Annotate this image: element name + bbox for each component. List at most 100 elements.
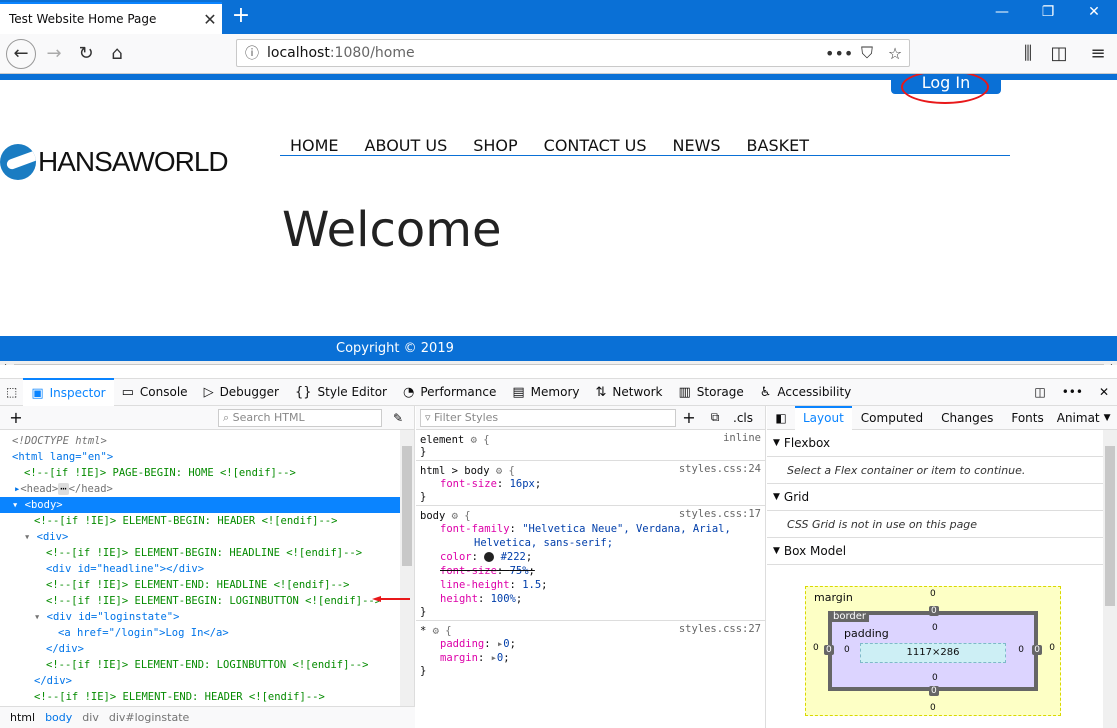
declaration-overridden[interactable]: font-size: 75%; bbox=[420, 564, 761, 578]
tab-network[interactable]: ⇅ Network bbox=[587, 378, 670, 406]
declaration-value[interactable]: 1.5 bbox=[522, 579, 541, 591]
info-icon[interactable]: ⓘ bbox=[237, 43, 267, 63]
scrollbar-thumb[interactable] bbox=[402, 446, 412, 566]
reload-icon[interactable]: ↻ bbox=[72, 41, 100, 67]
tab-fonts[interactable]: Fonts bbox=[1002, 411, 1052, 425]
declaration-value[interactable]: "Helvetica Neue", Verdana, Arial, bbox=[522, 523, 731, 535]
flexbox-section-header[interactable]: ▼ Flexbox bbox=[767, 430, 1117, 457]
padding-left-value[interactable]: 0 bbox=[844, 645, 850, 655]
padding-right-value[interactable]: 0 bbox=[1018, 645, 1024, 655]
menu-item-news[interactable]: NEWS bbox=[672, 136, 720, 155]
rule-source[interactable]: styles.css:24 bbox=[679, 463, 761, 475]
tab-style-editor[interactable]: {} Style Editor bbox=[287, 378, 395, 406]
padding-top-value[interactable]: 0 bbox=[932, 623, 938, 633]
search-html-input[interactable]: ⌕ Search HTML bbox=[218, 408, 382, 427]
declaration[interactable]: margin: ▸0; bbox=[420, 651, 761, 665]
tab-inspector[interactable]: ▣ Inspector bbox=[23, 378, 114, 406]
tab-layout[interactable]: Layout bbox=[795, 405, 852, 430]
declaration-value[interactable]: 75% bbox=[510, 565, 529, 577]
menu-item-contact-us[interactable]: CONTACT US bbox=[544, 136, 647, 155]
toggle-pseudo-classes-icon[interactable]: ⧉ bbox=[702, 410, 728, 425]
cls-button[interactable]: .cls bbox=[728, 411, 758, 425]
tree-line[interactable]: <!--[if !IE]> ELEMENT-BEGIN: LOGINBUTTON… bbox=[0, 593, 414, 609]
border-left-value[interactable]: 0 bbox=[824, 645, 834, 655]
scroll-right-icon[interactable]: › bbox=[1110, 361, 1114, 365]
close-window-icon[interactable]: ✕ bbox=[1074, 4, 1114, 28]
border-bottom-value[interactable]: 0 bbox=[929, 686, 939, 696]
margin-right-value[interactable]: 0 bbox=[1049, 643, 1055, 653]
close-tab-icon[interactable]: ✕ bbox=[198, 10, 222, 29]
declaration[interactable]: font-family: "Helvetica Neue", Verdana, … bbox=[420, 522, 761, 536]
margin-left-value[interactable]: 0 bbox=[813, 643, 819, 653]
sidebar-icon[interactable]: ◫ bbox=[1045, 41, 1073, 67]
collapse-icon[interactable]: ▾ bbox=[24, 531, 37, 543]
tree-line[interactable]: <div id="headline"></div> bbox=[0, 561, 414, 577]
breadcrumb-body[interactable]: body bbox=[45, 711, 72, 724]
tab-console[interactable]: ▭ Console bbox=[114, 378, 196, 406]
add-node-icon[interactable]: + bbox=[0, 408, 32, 427]
tree-line[interactable]: <!--[if !IE]> ELEMENT-BEGIN: HEADER <![e… bbox=[0, 513, 414, 529]
rule-source[interactable]: styles.css:17 bbox=[679, 508, 761, 520]
tree-line[interactable]: </div> bbox=[0, 673, 414, 689]
tree-line[interactable]: <html lang="en"> bbox=[0, 449, 414, 465]
tree-line[interactable]: ▾ <div id="loginstate"> bbox=[0, 609, 414, 625]
sidebar-scrollbar[interactable] bbox=[1103, 430, 1117, 728]
breadcrumb-div[interactable]: div bbox=[82, 711, 99, 724]
eyedropper-icon[interactable]: ✎ bbox=[382, 411, 414, 425]
declaration[interactable]: padding: ▸0; bbox=[420, 637, 761, 651]
box-model-border[interactable]: border 0 0 0 0 padding 0 0 0 0 1117×286 bbox=[824, 606, 1042, 696]
more-tabs-icon[interactable]: ▼ bbox=[1104, 413, 1111, 423]
tab-computed[interactable]: Computed bbox=[852, 411, 932, 425]
rule-source[interactable]: styles.css:27 bbox=[679, 623, 761, 635]
content-size[interactable]: 1117×286 bbox=[860, 643, 1006, 663]
tree-line[interactable]: ▾ <div> bbox=[0, 529, 414, 545]
toggle-sidebar-icon[interactable]: ◧ bbox=[767, 411, 795, 425]
tab-performance[interactable]: ◔ Performance bbox=[395, 378, 504, 406]
minimize-icon[interactable]: — bbox=[982, 4, 1022, 28]
tab-changes[interactable]: Changes bbox=[932, 411, 1002, 425]
breadcrumb-div-loginstate[interactable]: div#loginstate bbox=[109, 711, 189, 724]
tree-line[interactable]: <!--[if !IE]> ELEMENT-END: HEADER <![end… bbox=[0, 689, 414, 705]
margin-bottom-value[interactable]: 0 bbox=[930, 703, 936, 713]
tab-debugger[interactable]: ▷ Debugger bbox=[196, 378, 287, 406]
declaration-value[interactable]: 16px bbox=[510, 478, 535, 490]
tree-line[interactable]: <a href="/login">Log In</a> bbox=[0, 625, 414, 641]
url-bar[interactable]: ⓘ localhost:1080/home ••• ⛉ ☆ bbox=[236, 39, 910, 67]
more-options-icon[interactable]: ••• bbox=[1054, 378, 1091, 406]
scroll-left-icon[interactable]: ‹ bbox=[3, 361, 7, 365]
declaration-value[interactable]: 100% bbox=[491, 593, 516, 605]
add-rule-icon[interactable]: + bbox=[676, 408, 702, 427]
declaration[interactable]: font-size: 16px; bbox=[420, 477, 761, 491]
bookmark-star-icon[interactable]: ☆ bbox=[881, 44, 909, 63]
scrollbar-thumb[interactable] bbox=[14, 364, 1104, 365]
collapsed-dots[interactable]: ⋯ bbox=[58, 483, 69, 495]
forward-icon[interactable]: → bbox=[40, 41, 68, 67]
restore-icon[interactable]: ❐ bbox=[1028, 4, 1068, 28]
horizontal-scrollbar[interactable]: ‹ › bbox=[0, 361, 1117, 365]
menu-item-basket[interactable]: BASKET bbox=[747, 136, 809, 155]
home-icon[interactable]: ⌂ bbox=[103, 41, 131, 67]
scrollbar-thumb[interactable] bbox=[1105, 446, 1115, 606]
margin-top-value[interactable]: 0 bbox=[930, 589, 936, 599]
menu-item-shop[interactable]: SHOP bbox=[473, 136, 517, 155]
tree-line-selected[interactable]: ▾ <body> bbox=[0, 497, 414, 513]
collapse-icon[interactable]: ▾ bbox=[12, 499, 25, 511]
border-top-value[interactable]: 0 bbox=[929, 606, 939, 616]
hansaworld-logo[interactable]: HANSAWORLD bbox=[0, 144, 229, 180]
close-devtools-icon[interactable]: ✕ bbox=[1091, 378, 1117, 406]
menu-item-about-us[interactable]: ABOUT US bbox=[365, 136, 448, 155]
border-right-value[interactable]: 0 bbox=[1032, 645, 1042, 655]
markup-scrollbar[interactable] bbox=[400, 430, 414, 706]
breadcrumb-html[interactable]: html bbox=[10, 711, 35, 724]
tab-animations[interactable]: Animat bbox=[1053, 411, 1104, 425]
rule-source[interactable]: inline bbox=[723, 432, 761, 444]
tab-storage[interactable]: ▥ Storage bbox=[671, 378, 752, 406]
tree-line[interactable]: ▸<head> ⋯ </head> bbox=[0, 481, 414, 497]
page-actions-icon[interactable]: ••• bbox=[825, 44, 853, 63]
declaration[interactable]: color: #222; bbox=[420, 550, 761, 564]
pick-element-icon[interactable]: ⬚ bbox=[0, 378, 23, 406]
declaration[interactable]: height: 100%; bbox=[420, 592, 761, 606]
tree-line[interactable]: <!--[if !IE]> ELEMENT-END: HEADLINE <![e… bbox=[0, 577, 414, 593]
tree-line[interactable]: <!DOCTYPE html> bbox=[0, 433, 414, 449]
tree-line[interactable]: <!--[if !IE]> ELEMENT-END: LOGINBUTTON <… bbox=[0, 657, 414, 673]
